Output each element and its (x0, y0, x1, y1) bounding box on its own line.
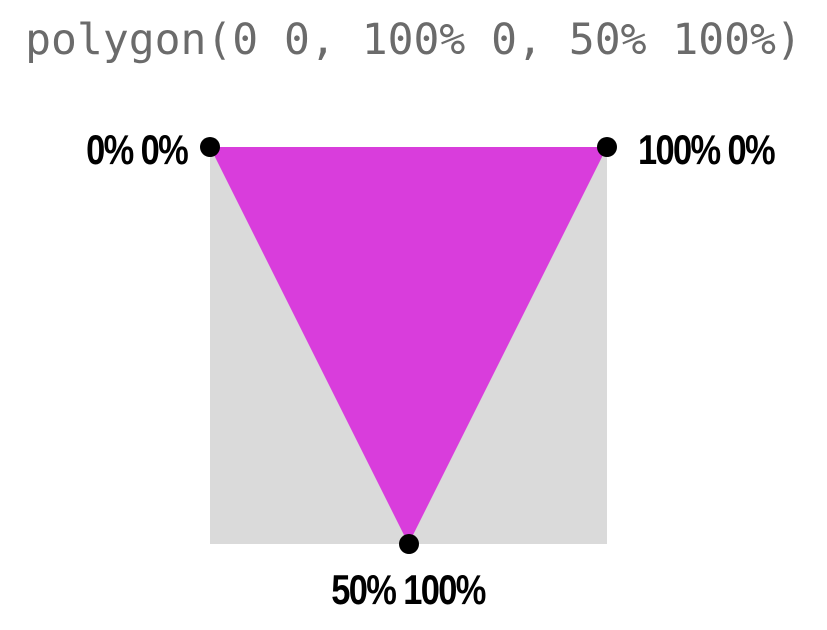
vertex-label-top-left: 0% 0% (86, 126, 189, 173)
diagram-stage: polygon(0 0, 100% 0, 50% 100%) 0% 0% 100… (0, 0, 827, 630)
vertex-dot-bottom (398, 534, 419, 554)
polygon-code-text: polygon(0 0, 100% 0, 50% 100%) (25, 15, 802, 65)
clipped-triangle (210, 147, 607, 544)
vertex-label-bottom: 50% 100% (331, 566, 486, 613)
clipped-triangle-svg (210, 147, 607, 544)
vertex-label-top-right: 100% 0% (638, 126, 776, 173)
clip-box (210, 147, 607, 544)
vertex-dot-top-left (200, 137, 220, 157)
vertex-dot-top-right (597, 137, 617, 157)
